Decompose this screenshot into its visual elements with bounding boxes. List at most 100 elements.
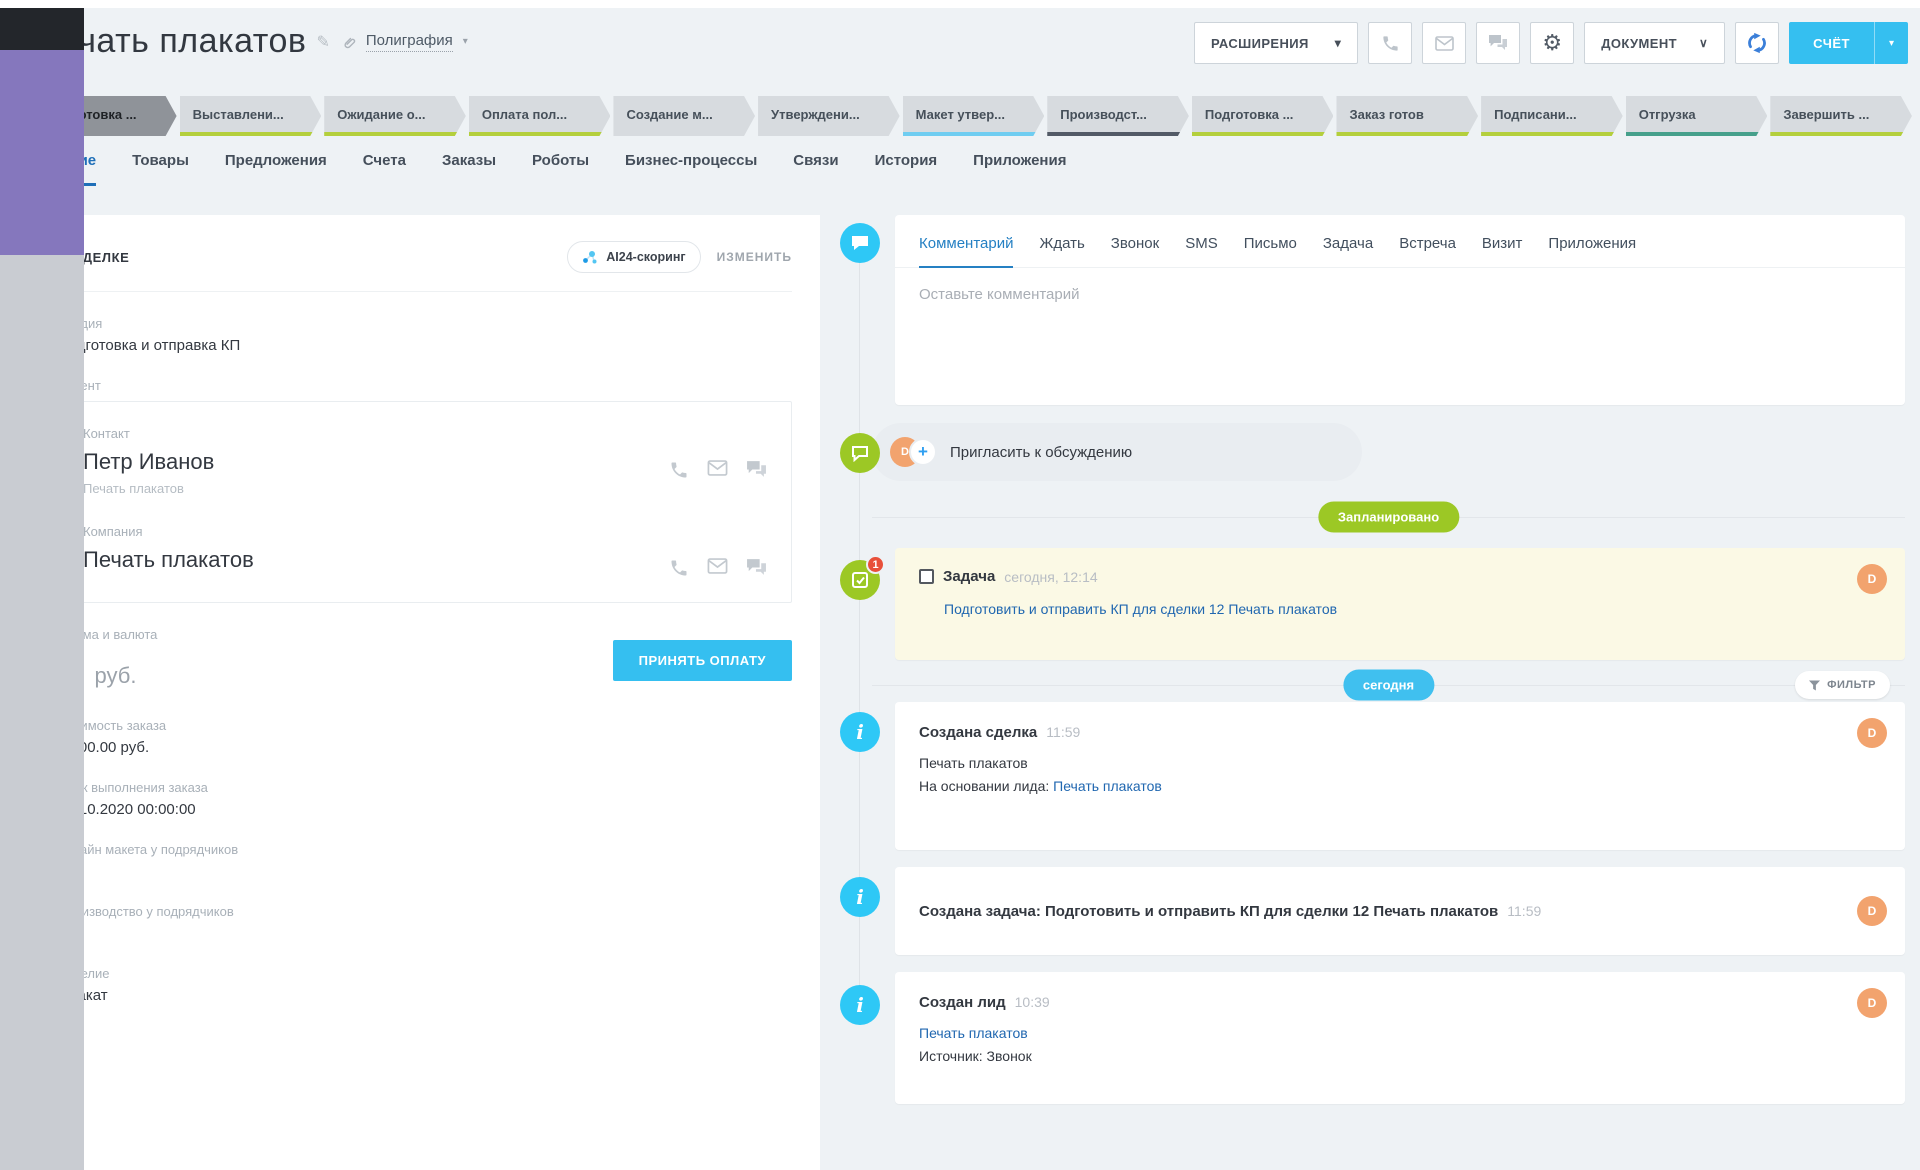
tab-orders[interactable]: Заказы [442, 152, 496, 183]
filter-button[interactable]: ФИЛЬТР [1795, 671, 1890, 699]
task-link[interactable]: Подготовить и отправить КП для сделки 12… [944, 601, 1845, 617]
field-value[interactable]: Плакат [58, 987, 792, 1004]
automation-button[interactable] [1735, 22, 1779, 64]
header: Печать плакатов ✎ Полиграфия ▾ РАСШИРЕНИ… [35, 22, 1908, 84]
stage-8[interactable]: Производст... [1047, 96, 1189, 136]
tl-tab-email[interactable]: Письмо [1244, 235, 1297, 267]
company-label: Компания [83, 524, 669, 539]
document-button[interactable]: ДОКУМЕНТ ∨ [1584, 22, 1725, 64]
stage-accent [1481, 132, 1623, 136]
entry-time: 10:39 [1015, 994, 1050, 1010]
call-button[interactable] [1368, 22, 1412, 64]
lead-link[interactable]: Печать плакатов [1053, 778, 1162, 794]
task-check-icon [851, 571, 869, 589]
chat-bubble-icon [851, 235, 869, 251]
invoice-button[interactable]: СЧЁТ [1789, 22, 1874, 64]
comment-input[interactable] [919, 286, 1881, 366]
task-title[interactable]: Задача [943, 568, 995, 585]
avatar[interactable]: D [1857, 718, 1887, 748]
field-value[interactable]: нет [58, 925, 792, 942]
tl-tab-task[interactable]: Задача [1323, 235, 1373, 267]
tl-tab-call[interactable]: Звонок [1111, 235, 1159, 267]
field-value[interactable]: 9 000.00 руб. [58, 739, 792, 756]
tab-invoices[interactable]: Счета [363, 152, 406, 183]
today-badge: сегодня [1343, 670, 1434, 701]
timeline-entry: Создан лид 10:39 Печать плакатов Источни… [895, 972, 1905, 1104]
add-person-icon[interactable]: + [909, 438, 937, 466]
lead-based-prefix: На основании лида: [919, 778, 1053, 794]
client-box: Контакт Петр Иванов Печать плакатов Комп… [58, 401, 792, 603]
task-checkbox[interactable] [919, 569, 934, 584]
phone-icon[interactable] [669, 558, 689, 578]
company-actions [669, 558, 767, 578]
deal-page: Печать плакатов ✎ Полиграфия ▾ РАСШИРЕНИ… [0, 0, 1920, 1170]
stage-4[interactable]: Оплата пол... [469, 96, 611, 136]
invite-to-discussion[interactable]: D + Пригласить к обсуждению [872, 423, 1362, 481]
tl-tab-sms[interactable]: SMS [1185, 235, 1218, 267]
email-button[interactable] [1422, 22, 1466, 64]
lead-link[interactable]: Печать плакатов [919, 1025, 1028, 1041]
tab-history[interactable]: История [875, 152, 938, 183]
ai-scoring-button[interactable]: AI24-скоринг [567, 241, 700, 273]
stage-6[interactable]: Утверждени... [758, 96, 900, 136]
tl-tab-visit[interactable]: Визит [1482, 235, 1523, 267]
amount-label: Сумма и валюта [58, 627, 613, 642]
stage-9[interactable]: Подготовка ... [1192, 96, 1334, 136]
stage-5[interactable]: Создание м... [613, 96, 755, 136]
client-field-label: Клиент [58, 378, 792, 393]
stage-field-value[interactable]: Подготовка и отправка КП [58, 337, 792, 354]
ai-molecule-icon [582, 250, 598, 265]
top-divider [0, 0, 1920, 8]
envelope-icon[interactable] [707, 460, 728, 476]
chat-bubbles-icon[interactable] [746, 460, 767, 479]
stage-field-label: Стадия [58, 316, 792, 331]
envelope-icon[interactable] [707, 558, 728, 574]
tab-relations[interactable]: Связи [793, 152, 838, 183]
tl-tab-meeting[interactable]: Встреча [1399, 235, 1456, 267]
stage-13[interactable]: Завершить ... [1770, 96, 1912, 136]
tab-quotes[interactable]: Предложения [225, 152, 327, 183]
field-value[interactable]: нет [58, 863, 792, 880]
stage-accent [1770, 132, 1912, 136]
tab-products[interactable]: Товары [132, 152, 189, 183]
avatar[interactable]: D [1857, 896, 1887, 926]
stage-accent [180, 132, 322, 136]
settings-button[interactable]: ⚙ [1530, 22, 1574, 64]
tl-tab-apps[interactable]: Приложения [1548, 235, 1636, 267]
invoice-split-button: СЧЁТ ▾ [1789, 22, 1908, 64]
edit-deal-button[interactable]: ИЗМЕНИТЬ [717, 250, 792, 264]
chat-button[interactable] [1476, 22, 1520, 64]
category-caret-icon[interactable]: ▾ [463, 36, 468, 47]
invoice-caret-button[interactable]: ▾ [1874, 22, 1908, 64]
stage-accent [469, 132, 611, 136]
extensions-button[interactable]: РАСШИРЕНИЯ ▾ [1194, 22, 1358, 64]
tab-apps[interactable]: Приложения [973, 152, 1066, 183]
tl-tab-wait[interactable]: Ждать [1039, 235, 1084, 267]
chat-bubbles-icon[interactable] [746, 558, 767, 577]
avatar[interactable]: D [1857, 988, 1887, 1018]
stage-10[interactable]: Заказ готов [1336, 96, 1478, 136]
edit-title-icon[interactable]: ✎ [316, 32, 329, 52]
stage-11[interactable]: Подписани... [1481, 96, 1623, 136]
field-value[interactable]: 23.10.2020 00:00:00 [58, 801, 792, 818]
sidebar-strip-dark [0, 8, 84, 50]
info-rail-icon: i [840, 877, 880, 917]
stage-12[interactable]: Отгрузка [1626, 96, 1768, 136]
phone-icon[interactable] [669, 460, 689, 480]
tl-tab-comment[interactable]: Комментарий [919, 235, 1013, 268]
accept-payment-button[interactable]: ПРИНЯТЬ ОПЛАТУ [613, 640, 792, 681]
planned-badge: Запланировано [1318, 502, 1459, 533]
avatar[interactable]: D [1857, 564, 1887, 594]
discussion-rail-icon [840, 433, 880, 473]
stage-3[interactable]: Ожидание о... [324, 96, 466, 136]
timeline-tabs: Комментарий Ждать Звонок SMS Письмо Зада… [895, 215, 1905, 268]
stage-accent [324, 132, 466, 136]
pipeline-category-link[interactable]: Полиграфия [366, 32, 453, 52]
stage-7[interactable]: Макет утвер... [903, 96, 1045, 136]
stage-2[interactable]: Выставлени... [180, 96, 322, 136]
tab-robots[interactable]: Роботы [532, 152, 589, 183]
tab-business-processes[interactable]: Бизнес-процессы [625, 152, 757, 183]
info-rail-icon: i [840, 985, 880, 1025]
company-name[interactable]: Печать плакатов [83, 547, 669, 573]
contact-name[interactable]: Петр Иванов [83, 449, 669, 475]
